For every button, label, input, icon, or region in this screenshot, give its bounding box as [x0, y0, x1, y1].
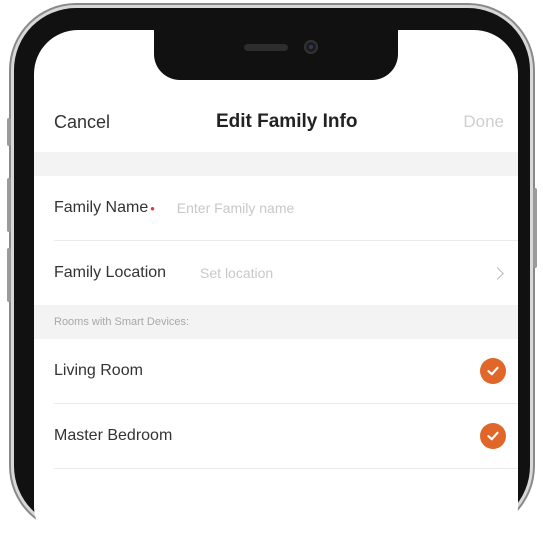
family-location-label: Family Location: [54, 264, 167, 281]
family-name-input[interactable]: Enter Family name: [177, 200, 294, 216]
room-item-living-room[interactable]: Living Room: [34, 339, 518, 403]
done-button[interactable]: Done: [463, 112, 504, 132]
volume-up-button: [7, 178, 11, 232]
volume-down-button: [7, 248, 11, 302]
family-location-value: Set location: [200, 265, 274, 281]
room-label: Master Bedroom: [54, 427, 173, 444]
notch: [154, 30, 398, 80]
app-screen: Cancel Edit Family Info Done Family Name…: [34, 30, 518, 550]
front-camera: [304, 40, 318, 54]
speaker-grille: [244, 44, 288, 51]
rooms-section-header: Rooms with Smart Devices:: [34, 305, 518, 339]
cancel-button[interactable]: Cancel: [54, 112, 110, 133]
row-divider: [54, 468, 518, 469]
family-name-label: Family Name: [54, 199, 149, 216]
page-title: Edit Family Info: [215, 111, 358, 132]
family-location-row[interactable]: Family Location Set location: [34, 241, 518, 305]
section-gap: [34, 152, 518, 176]
power-button: [533, 188, 537, 268]
checkmark-icon[interactable]: [480, 358, 506, 384]
checkmark-icon[interactable]: [480, 423, 506, 449]
family-name-row: Family Name • Enter Family name: [34, 176, 518, 240]
side-button: [7, 118, 11, 146]
chevron-right-icon: [491, 267, 504, 280]
room-item-master-bedroom[interactable]: Master Bedroom: [34, 404, 518, 468]
navigation-bar: Cancel Edit Family Info Done: [34, 92, 518, 152]
phone-frame: Cancel Edit Family Info Done Family Name…: [7, 8, 537, 550]
room-label: Living Room: [54, 362, 143, 379]
required-marker: •: [150, 200, 155, 216]
